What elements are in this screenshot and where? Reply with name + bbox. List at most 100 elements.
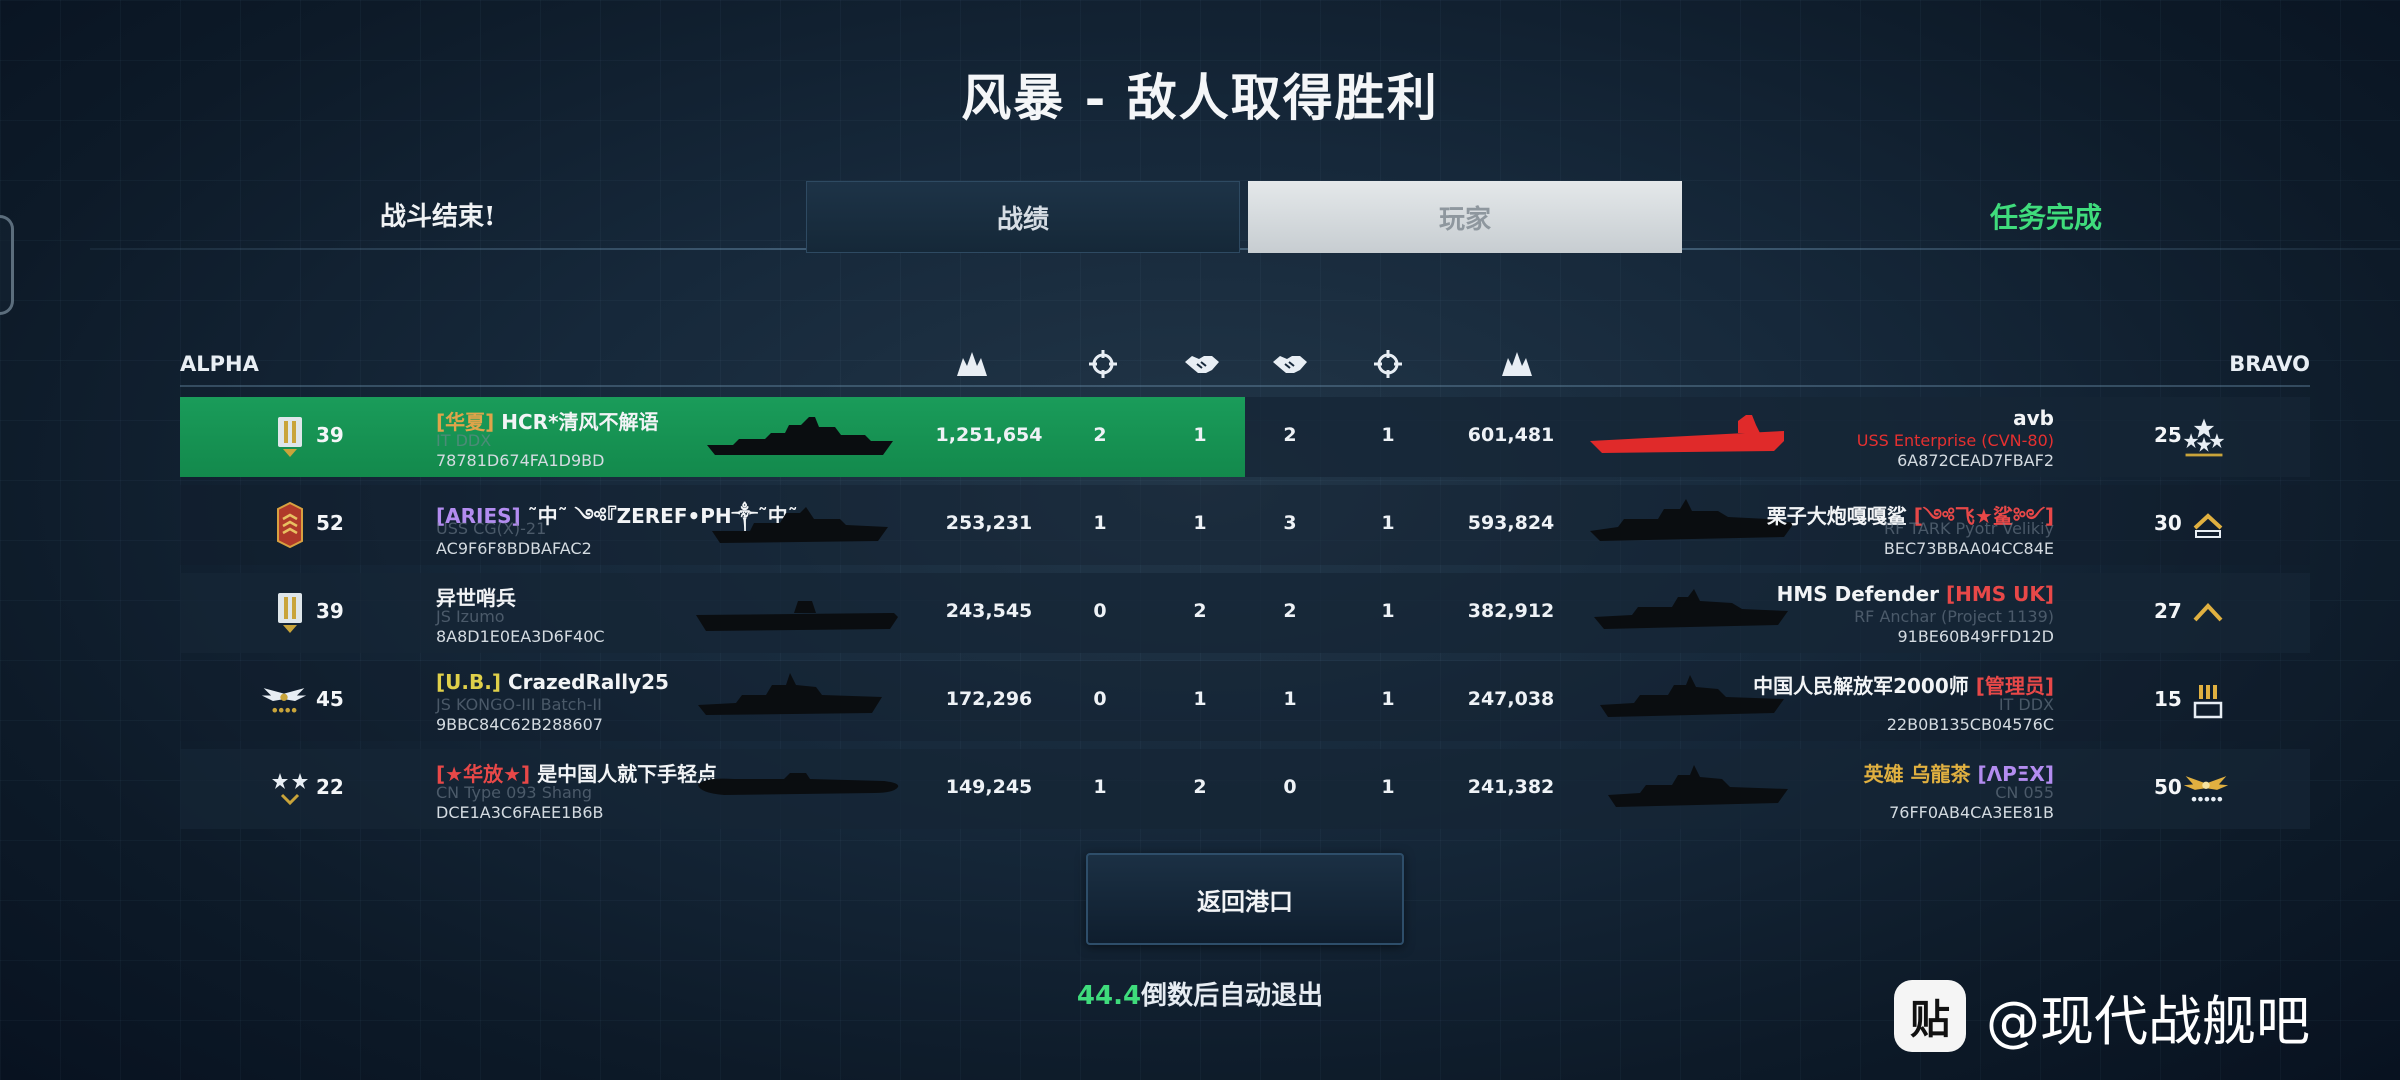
handshake-icon bbox=[1182, 348, 1222, 380]
two-stars-rank-icon bbox=[266, 765, 314, 813]
page-title: 风暴 - 敌人取得胜利 bbox=[961, 68, 1439, 127]
ship-silhouette bbox=[1594, 589, 1788, 629]
damage-value: 1,251,654 bbox=[935, 424, 1043, 446]
tabbar-divider bbox=[90, 248, 2400, 250]
battle-end-label: 战斗结束! bbox=[380, 202, 496, 232]
scoreboard-row[interactable]: 39 [华夏] HCR*清风不解语 IT DDX 78781D674FA1D9B… bbox=[180, 397, 2310, 477]
kills-value: 1 bbox=[1381, 600, 1395, 622]
ship-silhouette bbox=[696, 601, 898, 631]
damage-value: 247,038 bbox=[1467, 688, 1555, 710]
ship-name: RF Anchar (Project 1139) bbox=[1854, 607, 2054, 626]
player-level: 50 bbox=[2154, 775, 2182, 799]
damage-value: 149,245 bbox=[945, 776, 1033, 798]
triple-bar-rank-icon bbox=[2184, 677, 2232, 725]
return-to-port-button[interactable]: 返回港口 bbox=[1086, 853, 1404, 945]
player-level: 27 bbox=[2154, 599, 2182, 623]
player-level: 39 bbox=[316, 599, 344, 623]
ship-silhouette bbox=[698, 673, 882, 715]
officer-rank-icon bbox=[266, 589, 314, 637]
ship-silhouette-flagged bbox=[1590, 415, 1784, 453]
officer-rank-icon bbox=[266, 413, 314, 461]
tieba-logo-icon: 贴 bbox=[1894, 980, 1966, 1052]
player-id: 6A872CEAD7FBAF2 bbox=[1897, 451, 2054, 470]
tab-stats[interactable]: 战绩 bbox=[806, 181, 1240, 253]
player-name-text: HCR*清风不解语 bbox=[501, 410, 659, 434]
player-name[interactable]: HMS Defender [HMS UK] bbox=[1777, 582, 2054, 606]
ship-name: JS Izumo bbox=[436, 607, 505, 626]
assists-value: 2 bbox=[1193, 776, 1207, 798]
player-name-text: HMS Defender bbox=[1776, 582, 1939, 606]
player-id: BEC73BBAA04CC84E bbox=[1883, 539, 2054, 558]
player-level: 52 bbox=[316, 511, 344, 535]
ship-name: USS CG(X)-21 bbox=[436, 519, 547, 538]
assists-value: 3 bbox=[1283, 512, 1297, 534]
assists-value: 2 bbox=[1193, 600, 1207, 622]
player-id: 9BBC84C62B288607 bbox=[436, 715, 603, 734]
scoreboard-row[interactable]: 22 [★华放★] 是中国人就下手轻点 CN Type 093 Shang DC… bbox=[180, 749, 2310, 829]
damage-value: 243,545 bbox=[945, 600, 1033, 622]
player-id: AC9F6F8BDBAFAC2 bbox=[436, 539, 592, 558]
crosshair-icon bbox=[1368, 348, 1408, 380]
handshake-icon bbox=[1270, 348, 1310, 380]
kills-value: 1 bbox=[1381, 688, 1395, 710]
player-id: 91BE60B49FFD12D bbox=[1897, 627, 2054, 646]
red-medal-rank-icon bbox=[266, 501, 314, 549]
ship-silhouette bbox=[712, 507, 888, 543]
mission-complete-label: 任务完成 bbox=[1990, 201, 2103, 234]
assists-value: 0 bbox=[1283, 776, 1297, 798]
assists-value: 1 bbox=[1193, 688, 1207, 710]
ship-silhouette bbox=[698, 773, 899, 795]
ship-name: CN Type 093 Shang bbox=[436, 783, 593, 802]
clan-tag: [U.B.] bbox=[436, 670, 501, 694]
tab-players[interactable]: 玩家 bbox=[1248, 181, 1682, 253]
kills-value: 1 bbox=[1381, 512, 1395, 534]
ship-name: RF TARK Pyotr Velikiy bbox=[1883, 519, 2054, 538]
kills-value: 2 bbox=[1093, 424, 1107, 446]
damage-value: 382,912 bbox=[1467, 600, 1555, 622]
player-level: 15 bbox=[2154, 687, 2182, 711]
player-name-text: avb bbox=[2013, 406, 2054, 430]
winged-eagle-rank-icon bbox=[260, 677, 308, 725]
kills-value: 0 bbox=[1093, 688, 1107, 710]
team-bravo-label: BRAVO bbox=[2229, 352, 2310, 376]
damage-value: 601,481 bbox=[1467, 424, 1555, 446]
player-level: 30 bbox=[2154, 511, 2182, 535]
watermark-text: @现代战舰吧 bbox=[1986, 989, 2310, 1053]
player-level: 22 bbox=[316, 775, 344, 799]
damage-icon bbox=[952, 348, 992, 380]
player-id: 78781D674FA1D9BD bbox=[436, 451, 605, 470]
player-id: DCE1A3C6FAEE1B6B bbox=[436, 803, 604, 822]
assists-value: 1 bbox=[1283, 688, 1297, 710]
kills-value: 1 bbox=[1381, 776, 1395, 798]
player-id: 76FF0AB4CA3EE81B bbox=[1889, 803, 2054, 822]
player-level: 25 bbox=[2154, 423, 2182, 447]
damage-value: 253,231 bbox=[945, 512, 1033, 534]
player-name[interactable]: [U.B.] CrazedRally25 bbox=[436, 670, 669, 694]
assists-value: 2 bbox=[1283, 424, 1297, 446]
kills-value: 1 bbox=[1093, 512, 1107, 534]
scoreboard-row[interactable]: 39 异世哨兵 JS Izumo 8A8D1E0EA3D6F40C 243,54… bbox=[180, 573, 2310, 653]
player-name-text: CrazedRally25 bbox=[507, 670, 669, 694]
player-id: 8A8D1E0EA3D6F40C bbox=[436, 627, 605, 646]
player-name[interactable]: avb bbox=[2013, 406, 2054, 430]
clan-tag: [HMS UK] bbox=[1945, 582, 2054, 606]
player-level: 39 bbox=[316, 423, 344, 447]
ship-silhouette bbox=[707, 417, 893, 455]
kills-value: 0 bbox=[1093, 600, 1107, 622]
player-name-text: 英雄 乌龍茶 bbox=[1863, 762, 1971, 786]
chevron-single-rank-icon bbox=[2184, 589, 2232, 637]
ship-silhouette bbox=[1608, 765, 1788, 807]
side-panel-handle[interactable] bbox=[0, 215, 14, 315]
assists-value: 1 bbox=[1193, 424, 1207, 446]
scoreboard-row[interactable]: 45 [U.B.] CrazedRally25 JS KONGO-III Bat… bbox=[180, 661, 2310, 741]
gold-eagle-rank-icon bbox=[2182, 765, 2230, 813]
kills-value: 1 bbox=[1093, 776, 1107, 798]
damage-value: 172,296 bbox=[945, 688, 1033, 710]
assists-value: 1 bbox=[1193, 512, 1207, 534]
ship-name: USS Enterprise (CVN-80) bbox=[1856, 431, 2054, 450]
assists-value: 2 bbox=[1283, 600, 1297, 622]
damage-value: 593,824 bbox=[1467, 512, 1555, 534]
ship-name: IT DDX bbox=[1998, 695, 2054, 714]
scoreboard-row[interactable]: 52 [ARIES] ˜中˜ ༺『ZEREF•PH༒˜中˜ USS CG(X)-… bbox=[180, 485, 2310, 565]
player-level: 45 bbox=[316, 687, 344, 711]
